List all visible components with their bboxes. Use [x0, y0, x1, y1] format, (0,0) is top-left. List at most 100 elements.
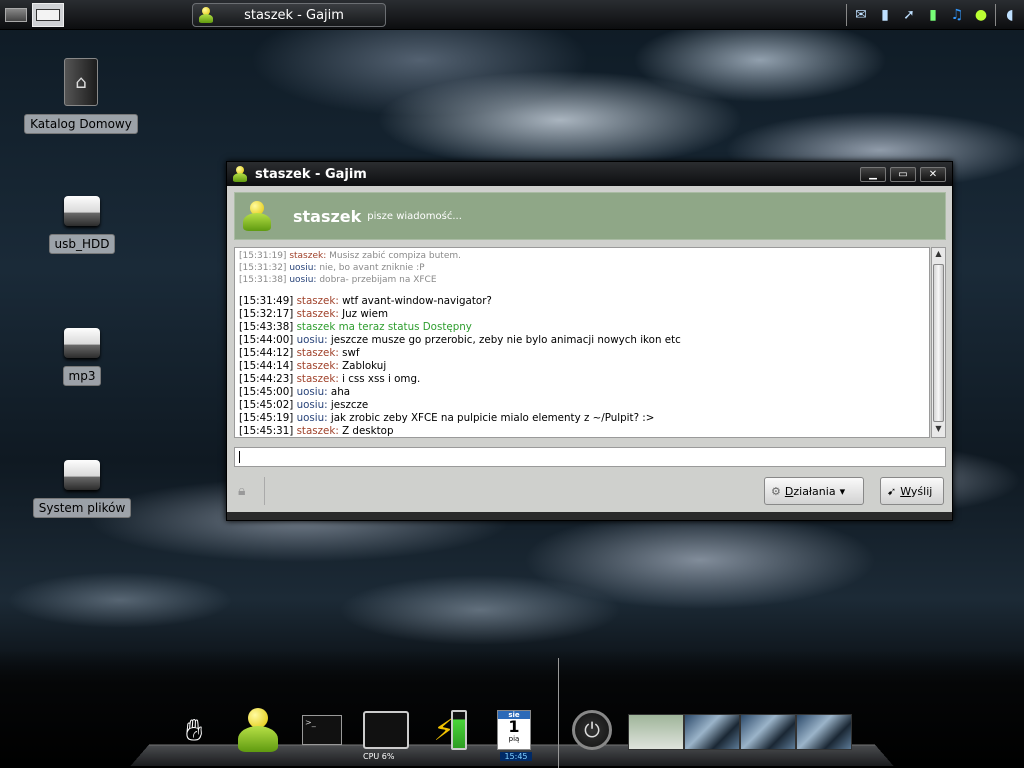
cpu-monitor[interactable]: CPU 6%	[362, 706, 410, 761]
lock-icon[interactable]: 🔒︎	[238, 483, 245, 499]
power-icon: ⏻	[572, 710, 612, 750]
battery-monitor[interactable]: ⚡	[426, 706, 474, 754]
scrollbar-thumb[interactable]	[933, 264, 944, 422]
signal-icon[interactable]: ▮	[875, 5, 895, 25]
window-thumbnail[interactable]	[740, 714, 796, 750]
desktop-icon-mp3[interactable]: mp3	[22, 328, 142, 386]
chat-line: [15:44:14] staszek: Zablokuj	[239, 360, 925, 373]
chat-line: [15:45:02] uosiu: jeszcze	[239, 399, 925, 412]
home-folder-icon: ⌂	[64, 58, 98, 106]
chat-line: [15:31:38] uosiu: dobra- przebijam na XF…	[239, 274, 925, 286]
calendar-clock[interactable]: sie 1 pią 15:45	[490, 706, 538, 761]
workspace-switcher[interactable]	[32, 3, 64, 27]
window-thumbnail[interactable]	[684, 714, 740, 750]
workspace-icon	[36, 9, 60, 21]
gajim-launcher[interactable]	[234, 706, 282, 754]
tray-separator	[995, 4, 996, 26]
chat-line: [15:44:00] uosiu: jeszcze musze go przer…	[239, 334, 925, 347]
chat-history[interactable]: [15:31:19] staszek: Musisz zabić compiza…	[234, 247, 930, 438]
message-timestamp: [15:45:00]	[239, 386, 294, 398]
clock-readout: 15:45	[500, 752, 532, 761]
message-text: Z desktop	[342, 425, 394, 437]
window-titlebar[interactable]: staszek - Gajim ▁ ▭ ✕	[227, 162, 952, 186]
message-nick: staszek:	[296, 347, 339, 359]
chat-line: [15:31:49] staszek: wtf avant-window-nav…	[239, 295, 925, 308]
actions-button[interactable]: ⚙ Działania ▾	[764, 477, 864, 505]
desktop-icon-label: mp3	[62, 366, 102, 386]
message-timestamp: [15:31:32]	[239, 263, 287, 273]
gear-icon: ⚙	[771, 484, 781, 498]
network-icon[interactable]: ✉	[851, 5, 871, 25]
desktop-icon-label: System plików	[32, 498, 132, 518]
taskbar-button-label: staszek - Gajim	[244, 7, 344, 23]
cpu-graph-icon: CPU 6%	[363, 711, 409, 761]
desktop-icon-label: usb_HDD	[48, 234, 116, 254]
drive-icon	[64, 460, 100, 490]
message-text: Zablokuj	[342, 360, 387, 372]
chat-window: staszek - Gajim ▁ ▭ ✕ staszek pisze wiad…	[226, 161, 953, 521]
message-nick: staszek:	[296, 425, 339, 437]
text-caret	[239, 451, 240, 463]
volume-icon[interactable]: ◖	[1000, 5, 1020, 25]
battery-icon[interactable]: ▮	[923, 5, 943, 25]
contact-status: pisze wiadomość...	[367, 210, 462, 222]
message-nick: uosiu:	[296, 386, 328, 398]
logout-launcher[interactable]: ⏻	[568, 706, 616, 754]
close-button[interactable]: ✕	[920, 166, 946, 182]
gnome-foot-icon: ✋︎	[185, 712, 203, 748]
gajim-icon	[199, 7, 213, 23]
message-nick: staszek:	[296, 373, 339, 385]
action-bar: 🔒︎ ⚙ Działania ▾ ➹ Wyślij	[234, 473, 946, 507]
message-nick: staszek:	[296, 308, 339, 320]
message-timestamp: [15:32:17]	[239, 308, 294, 320]
system-tray: ✉ ▮ ➚ ▮ ♫ ● ◖	[842, 2, 1024, 28]
calendar-day: 1	[508, 717, 520, 736]
message-timestamp: [15:45:19]	[239, 412, 294, 424]
message-timestamp: [15:44:00]	[239, 334, 294, 346]
desktop-icon-usb-hdd[interactable]: usb_HDD	[22, 196, 142, 254]
message-timestamp: [15:31:38]	[239, 275, 287, 285]
chat-scrollbar[interactable]: ▲ ▼	[931, 247, 946, 438]
chat-line: [15:45:19] uosiu: jak zrobic zeby XFCE n…	[239, 412, 925, 425]
gajim-icon	[233, 166, 247, 182]
gnome-foot-launcher[interactable]: ✋︎	[170, 706, 218, 754]
contact-name: staszek	[293, 206, 362, 226]
chat-line: [15:44:23] staszek: i css xss i omg.	[239, 373, 925, 386]
music-icon[interactable]: ♫	[947, 5, 967, 25]
window-thumbnail[interactable]	[628, 714, 684, 750]
send-button[interactable]: ➹ Wyślij	[880, 477, 944, 505]
message-timestamp: [15:44:12]	[239, 347, 294, 359]
calendar-icon: sie 1 pią 15:45	[497, 710, 532, 761]
show-desktop-button[interactable]	[0, 3, 32, 27]
cursor-icon[interactable]: ➚	[899, 5, 919, 25]
message-text: wtf avant-window-navigator?	[342, 295, 492, 307]
message-nick: uosiu:	[289, 275, 317, 285]
top-panel: staszek - Gajim ✉ ▮ ➚ ▮ ♫ ● ◖	[0, 0, 1024, 30]
window-thumbnail[interactable]	[796, 714, 852, 750]
message-text: Musisz zabić compiza butem.	[329, 251, 461, 261]
desktop-icon-filesystem[interactable]: System plików	[22, 460, 142, 518]
drive-icon	[64, 328, 100, 358]
maximize-button[interactable]: ▭	[890, 166, 916, 182]
battery-icon	[450, 710, 467, 750]
gajim-tray-icon[interactable]: ●	[971, 5, 991, 25]
chat-line: [15:45:31] staszek: Z desktop	[239, 425, 925, 437]
desktop-icon	[5, 8, 27, 22]
messages-block: [15:31:49] staszek: wtf avant-window-nav…	[239, 295, 925, 437]
scroll-up-icon[interactable]: ▲	[933, 249, 944, 261]
dock: ✋︎ >_ CPU 6% ⚡ sie 1 pią 15:45 ⏻	[170, 706, 616, 761]
terminal-launcher[interactable]: >_	[298, 706, 346, 754]
window-title: staszek - Gajim	[255, 166, 367, 182]
message-input[interactable]	[234, 447, 946, 467]
taskbar-button-gajim[interactable]: staszek - Gajim	[192, 3, 386, 27]
window-thumbnails	[628, 714, 852, 750]
desktop-icon-home[interactable]: ⌂ Katalog Domowy	[21, 58, 141, 134]
chat-line: [15:44:12] staszek: swf	[239, 347, 925, 360]
message-text: Juz wiem	[342, 308, 388, 320]
gajim-icon	[238, 708, 278, 752]
message-text: staszek ma teraz status Dostępny	[296, 321, 472, 333]
minimize-button[interactable]: ▁	[860, 166, 886, 182]
message-nick: uosiu:	[296, 334, 328, 346]
calendar-weekday: pią	[508, 735, 520, 743]
scroll-down-icon[interactable]: ▼	[933, 424, 944, 436]
